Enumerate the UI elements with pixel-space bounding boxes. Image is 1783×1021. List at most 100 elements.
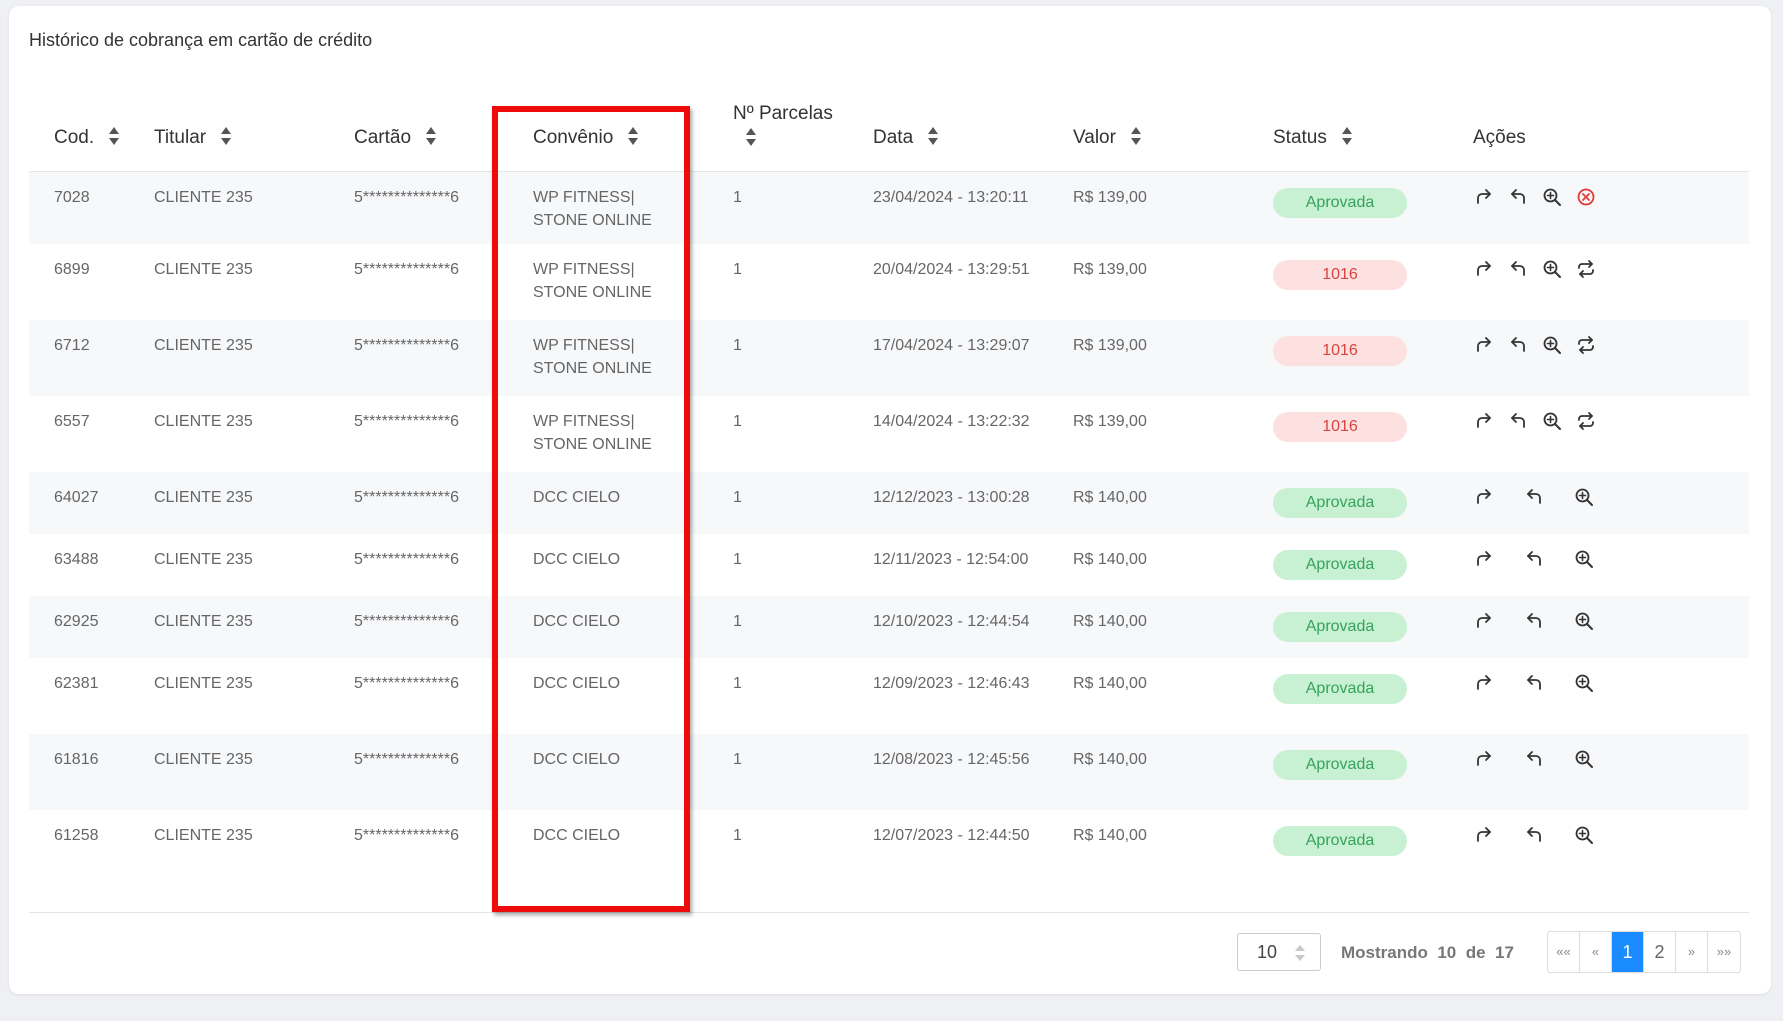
cell-cartao: 5**************6 [354, 189, 459, 206]
first-page-button[interactable]: «« [1548, 932, 1580, 972]
cell-convenio: DCC CIELO [533, 489, 621, 506]
sort-icon[interactable] [745, 127, 757, 147]
forward-icon[interactable] [1473, 672, 1495, 694]
page-size-value: 10 [1257, 942, 1278, 962]
col-valor-label: Valor [1073, 127, 1116, 148]
forward-icon[interactable] [1473, 610, 1495, 632]
zoom-in-icon[interactable] [1541, 334, 1563, 356]
cell-titular: CLIENTE 235 [154, 751, 253, 768]
undo-icon[interactable] [1507, 258, 1529, 280]
cell-cod: 7028 [54, 189, 90, 206]
status-badge: 1016 [1273, 412, 1407, 442]
col-status[interactable]: Status [1273, 126, 1353, 149]
undo-icon[interactable] [1507, 186, 1529, 208]
col-cartao-label: Cartão [354, 127, 412, 148]
zoom-in-icon[interactable] [1573, 748, 1595, 770]
cell-data: 14/04/2024 - 13:22:32 [873, 413, 1030, 430]
billing-history-card: Histórico de cobrança em cartão de crédi… [9, 6, 1771, 994]
table-row: 61258 CLIENTE 235 5**************6 DCC CIEL… [29, 810, 1749, 894]
col-parcelas[interactable]: Nº Parcelas [733, 103, 833, 149]
forward-icon[interactable] [1473, 334, 1495, 356]
cell-data: 12/12/2023 - 13:00:28 [873, 489, 1030, 506]
cell-convenio: DCC CIELO [533, 827, 621, 844]
retry-icon[interactable] [1575, 334, 1597, 356]
sort-icon[interactable] [927, 126, 939, 146]
col-convenio[interactable]: Convênio [533, 126, 639, 149]
sort-icon[interactable] [1130, 126, 1142, 146]
zoom-in-icon[interactable] [1541, 186, 1563, 208]
zoom-in-icon[interactable] [1573, 672, 1595, 694]
undo-icon[interactable] [1523, 824, 1545, 846]
sort-icon[interactable] [425, 126, 437, 146]
undo-icon[interactable] [1523, 486, 1545, 508]
cell-titular: CLIENTE 235 [154, 675, 253, 692]
page-1-button[interactable]: 1 [1612, 932, 1644, 972]
cell-convenio: WP FITNESS| STONE ONLINE [533, 337, 652, 377]
cell-cartao: 5**************6 [354, 751, 459, 768]
next-page-button[interactable]: » [1676, 932, 1708, 972]
cell-cartao: 5**************6 [354, 337, 459, 354]
table-header: Cod. Titular Cartão Convênio Nº Parcelas… [29, 6, 1749, 173]
status-badge: Aprovada [1273, 750, 1407, 780]
cell-titular: CLIENTE 235 [154, 613, 253, 630]
cell-data: 12/10/2023 - 12:44:54 [873, 613, 1030, 630]
table-row: 61816 CLIENTE 235 5**************6 DCC CIEL… [29, 734, 1749, 810]
cell-valor: R$ 140,00 [1073, 613, 1147, 630]
cell-convenio: DCC CIELO [533, 613, 621, 630]
table-row: 6557 CLIENTE 235 5**************6 WP FITNES… [29, 396, 1749, 472]
sort-icon[interactable] [1341, 126, 1353, 146]
table-row: 63488 CLIENTE 235 5**************6 DCC CIEL… [29, 534, 1749, 596]
undo-icon[interactable] [1523, 672, 1545, 694]
col-cod[interactable]: Cod. [54, 126, 120, 149]
forward-icon[interactable] [1473, 258, 1495, 280]
col-parcelas-label: Nº Parcelas [733, 103, 833, 124]
forward-icon[interactable] [1473, 824, 1495, 846]
cell-parcelas: 1 [733, 827, 742, 844]
forward-icon[interactable] [1473, 748, 1495, 770]
sort-icon[interactable] [108, 126, 120, 146]
last-page-button[interactable]: »» [1708, 932, 1740, 972]
showing-count: 10 [1437, 943, 1457, 962]
cell-valor: R$ 139,00 [1073, 189, 1147, 206]
zoom-in-icon[interactable] [1541, 410, 1563, 432]
zoom-in-icon[interactable] [1573, 610, 1595, 632]
col-data[interactable]: Data [873, 126, 939, 149]
page-size-select[interactable]: 10 [1237, 933, 1321, 971]
cell-cod: 63488 [54, 551, 99, 568]
zoom-in-icon[interactable] [1573, 824, 1595, 846]
cell-data: 23/04/2024 - 13:20:11 [873, 189, 1029, 206]
forward-icon[interactable] [1473, 548, 1495, 570]
col-cartao[interactable]: Cartão [354, 126, 437, 149]
forward-icon[interactable] [1473, 486, 1495, 508]
retry-icon[interactable] [1575, 258, 1597, 280]
status-badge: Aprovada [1273, 550, 1407, 580]
zoom-in-icon[interactable] [1573, 486, 1595, 508]
cell-titular: CLIENTE 235 [154, 189, 253, 206]
col-convenio-label: Convênio [533, 127, 614, 148]
zoom-in-icon[interactable] [1573, 548, 1595, 570]
undo-icon[interactable] [1523, 548, 1545, 570]
retry-icon[interactable] [1575, 410, 1597, 432]
cell-data: 12/11/2023 - 12:54:00 [873, 551, 1029, 568]
undo-icon[interactable] [1523, 748, 1545, 770]
page-2-button[interactable]: 2 [1644, 932, 1676, 972]
cell-convenio: DCC CIELO [533, 675, 621, 692]
sort-icon[interactable] [220, 126, 232, 146]
showing-label: Mostrando [1341, 943, 1428, 962]
sort-icon[interactable] [627, 126, 639, 146]
forward-icon[interactable] [1473, 410, 1495, 432]
col-valor[interactable]: Valor [1073, 126, 1142, 149]
zoom-in-icon[interactable] [1541, 258, 1563, 280]
cancel-icon[interactable] [1575, 186, 1597, 208]
forward-icon[interactable] [1473, 186, 1495, 208]
total-count: 17 [1495, 943, 1514, 962]
undo-icon[interactable] [1507, 410, 1529, 432]
undo-icon[interactable] [1523, 610, 1545, 632]
undo-icon[interactable] [1507, 334, 1529, 356]
col-titular[interactable]: Titular [154, 126, 232, 149]
cell-cartao: 5**************6 [354, 613, 459, 630]
cell-convenio: DCC CIELO [533, 751, 621, 768]
prev-page-button[interactable]: « [1580, 932, 1612, 972]
cell-valor: R$ 140,00 [1073, 489, 1147, 506]
cell-titular: CLIENTE 235 [154, 827, 253, 844]
